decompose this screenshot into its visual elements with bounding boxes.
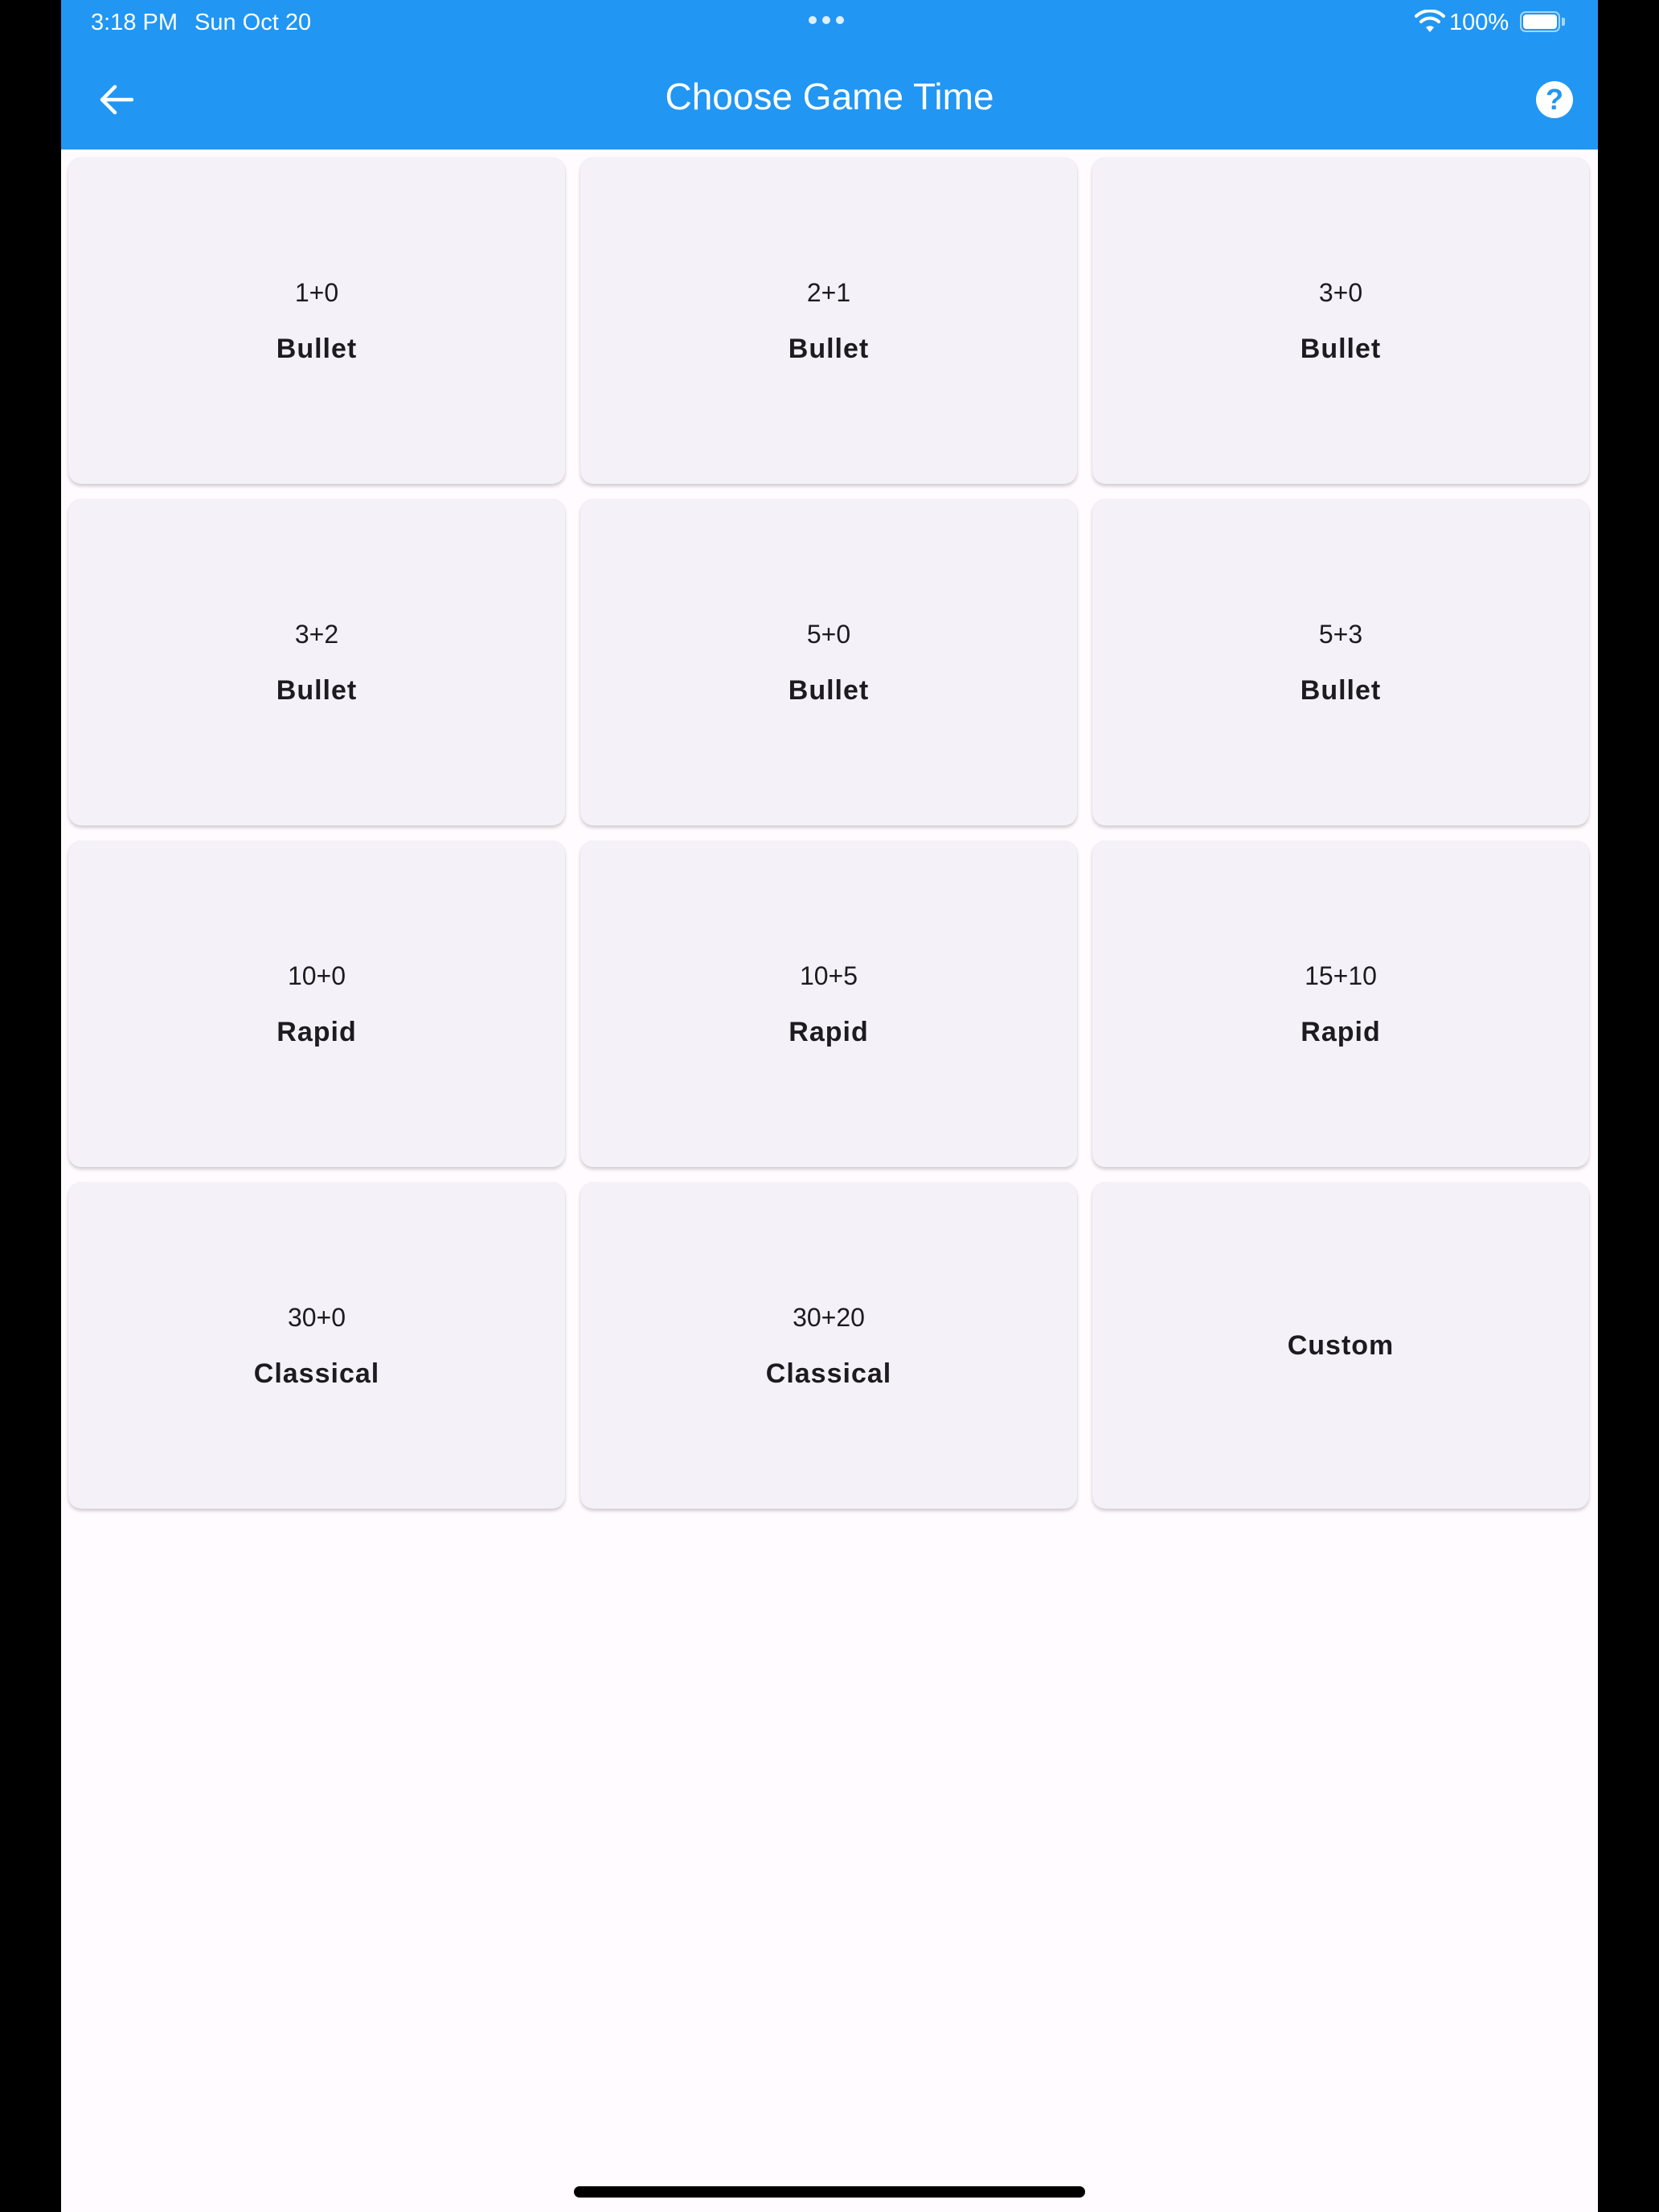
time-control-label: 5+0 xyxy=(806,620,851,649)
game-type-label: Bullet xyxy=(276,334,358,364)
time-option-card[interactable]: 5+0 Bullet xyxy=(580,499,1077,825)
custom-option-card[interactable]: Custom xyxy=(1092,1182,1589,1509)
game-type-label: Bullet xyxy=(788,334,870,364)
battery-cap xyxy=(1562,18,1565,26)
game-type-label: Classical xyxy=(253,1358,380,1389)
game-type-label: Classical xyxy=(765,1358,892,1389)
home-indicator[interactable] xyxy=(574,2186,1085,2198)
time-option-card[interactable]: 3+2 Bullet xyxy=(68,499,565,825)
time-control-label: 15+10 xyxy=(1305,961,1377,990)
help-circle-icon: ? xyxy=(1536,81,1573,118)
time-option-card[interactable]: 5+3 Bullet xyxy=(1092,499,1589,825)
game-type-label: Bullet xyxy=(1300,675,1382,706)
time-control-label: 3+2 xyxy=(294,620,339,649)
page-title: Choose Game Time xyxy=(665,76,994,117)
time-option-card[interactable]: 30+20 Classical xyxy=(580,1182,1077,1509)
status-date: Sun Oct 20 xyxy=(195,10,312,35)
time-control-label: 5+3 xyxy=(1318,620,1363,649)
game-type-label: Rapid xyxy=(276,1017,357,1047)
time-option-card[interactable]: 3+0 Bullet xyxy=(1092,158,1589,484)
multitasking-dots-icon[interactable] xyxy=(809,16,844,24)
time-option-card[interactable]: 1+0 Bullet xyxy=(68,158,565,484)
time-control-label: 30+20 xyxy=(793,1303,865,1332)
game-type-label: Rapid xyxy=(1301,1017,1381,1047)
time-option-card[interactable]: 2+1 Bullet xyxy=(580,158,1077,484)
time-option-card[interactable]: 10+5 Rapid xyxy=(580,841,1077,1167)
game-type-label: Rapid xyxy=(789,1017,869,1047)
game-type-label: Bullet xyxy=(276,675,358,706)
time-control-label: 1+0 xyxy=(294,278,339,307)
help-button[interactable]: ? xyxy=(1532,77,1577,122)
time-control-label: 3+0 xyxy=(1318,278,1363,307)
time-control-label: 2+1 xyxy=(806,278,851,307)
game-type-label: Bullet xyxy=(788,675,870,706)
custom-label: Custom xyxy=(1287,1330,1395,1361)
time-control-label: 10+0 xyxy=(287,961,346,990)
time-control-label: 30+0 xyxy=(287,1303,346,1332)
time-option-card[interactable]: 10+0 Rapid xyxy=(68,841,565,1167)
wifi-icon xyxy=(1415,10,1445,32)
time-option-card[interactable]: 30+0 Classical xyxy=(68,1182,565,1509)
status-time: 3:18 PM xyxy=(91,10,178,35)
screen: 3:18 PM Sun Oct 20 100% Choose Game Time… xyxy=(61,0,1598,2212)
app-bar: 3:18 PM Sun Oct 20 100% Choose Game Time… xyxy=(61,0,1598,150)
battery-icon xyxy=(1520,11,1560,32)
time-control-label: 10+5 xyxy=(799,961,858,990)
game-type-label: Bullet xyxy=(1300,334,1382,364)
time-control-grid: 1+0 Bullet 2+1 Bullet 3+0 Bullet 3+2 Bul… xyxy=(68,158,1589,1509)
time-option-card[interactable]: 15+10 Rapid xyxy=(1092,841,1589,1167)
battery-percentage: 100% xyxy=(1449,10,1509,35)
